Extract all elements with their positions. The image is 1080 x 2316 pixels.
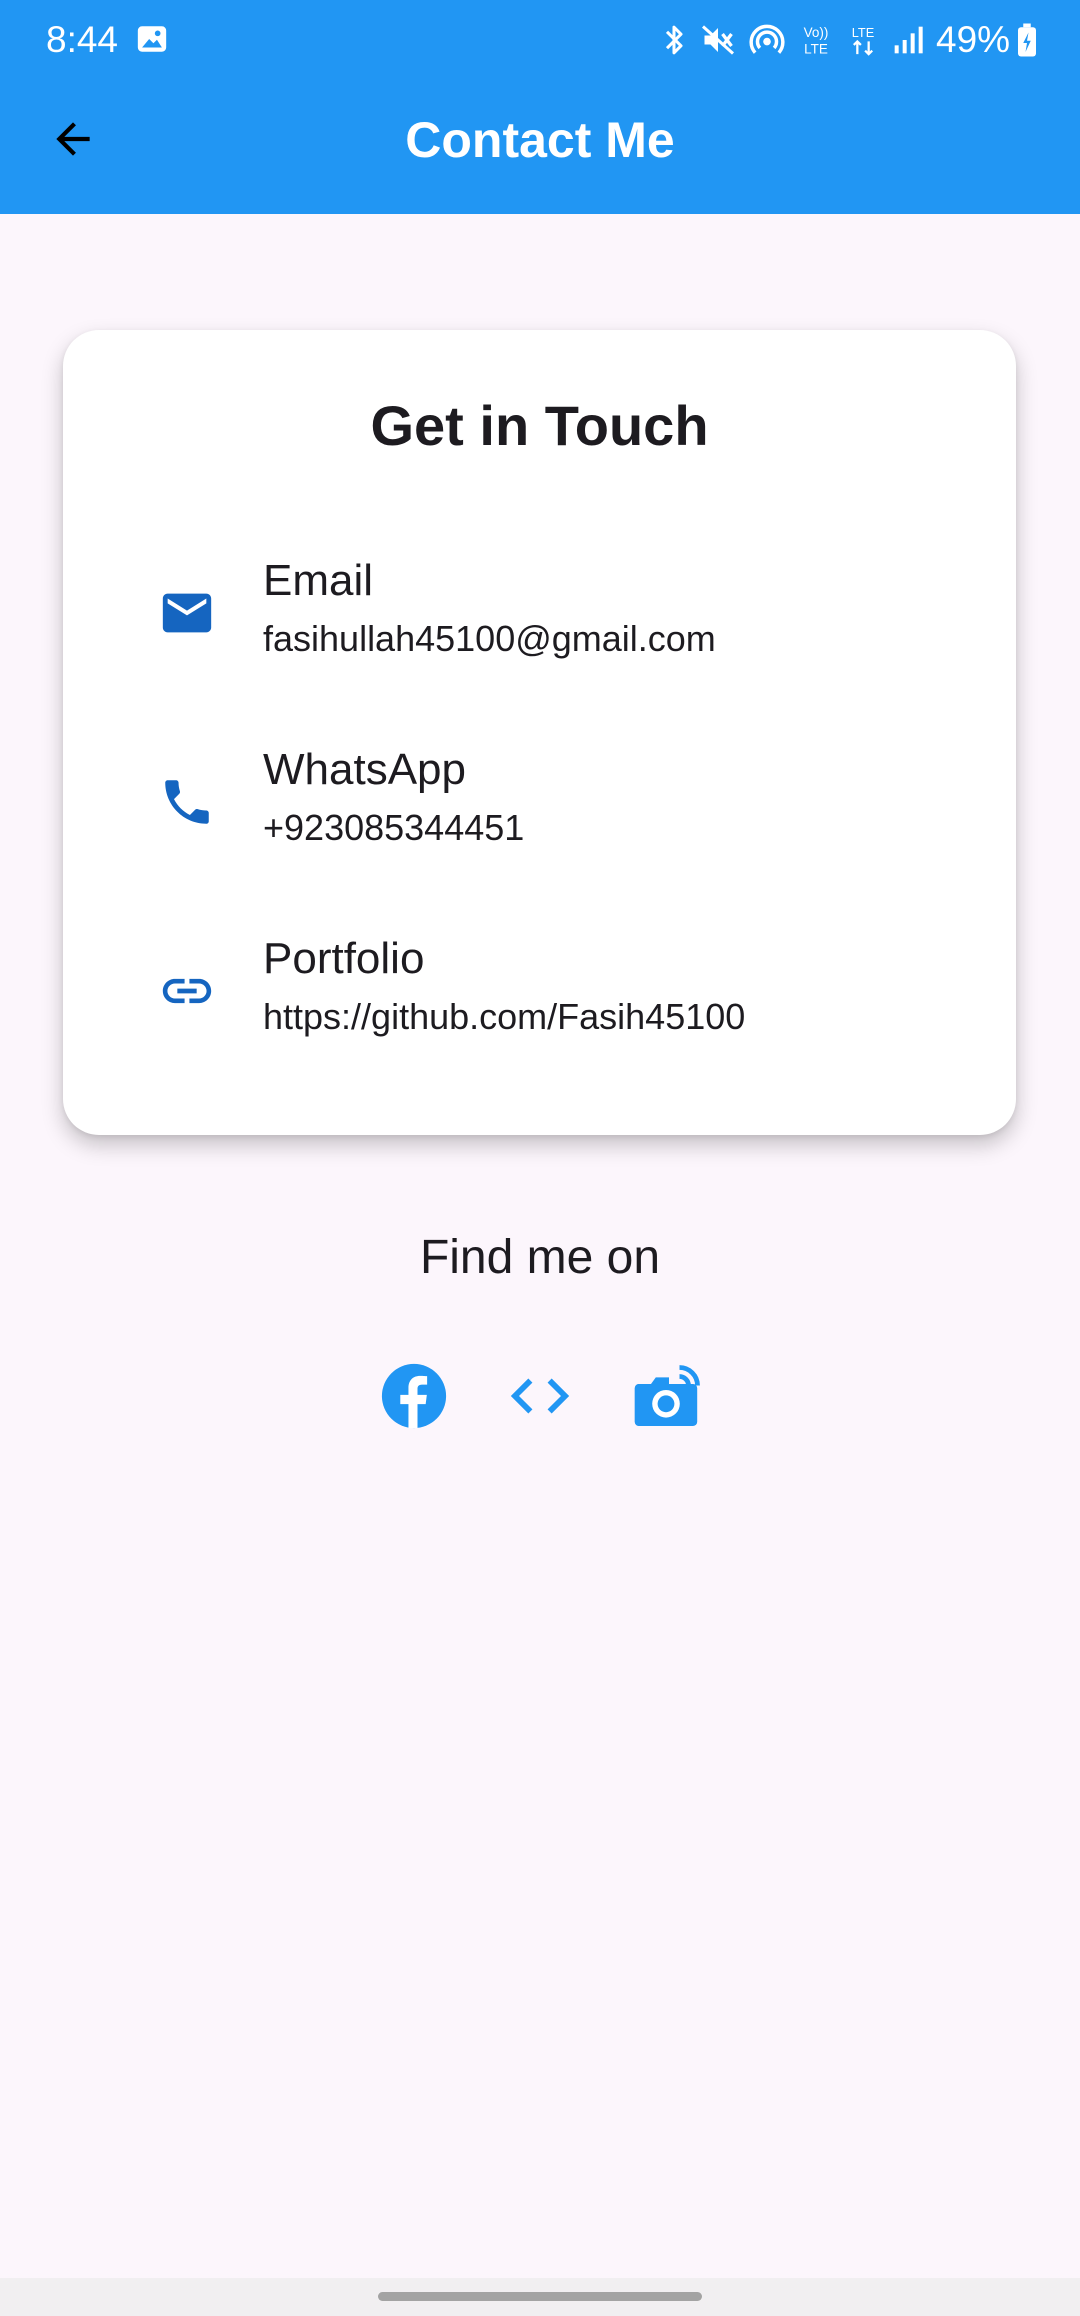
- status-icons: Vo)) LTE LTE 49%: [660, 18, 1050, 62]
- contact-value: +923085344451: [263, 807, 525, 848]
- link-icon: [155, 959, 219, 1023]
- battery-charging-icon: [1018, 23, 1037, 57]
- battery-percentage: 49%: [936, 19, 1011, 60]
- contact-label: WhatsApp: [263, 745, 466, 794]
- lte-data-icon: LTE: [852, 25, 874, 56]
- status-time: 8:44: [46, 19, 119, 60]
- social-links: [0, 1358, 1080, 1434]
- mail-icon: [155, 581, 219, 645]
- code-icon: [510, 1378, 570, 1414]
- app-bar: 8:44 Vo)) LTE LTE 49% Contact Me: [0, 0, 1080, 214]
- contact-item-email[interactable]: Email fasihullah45100@gmail.com: [63, 545, 1016, 685]
- code-button[interactable]: [502, 1358, 578, 1434]
- contact-item-portfolio[interactable]: Portfolio https://github.com/Fasih45100: [63, 923, 1016, 1063]
- mute-icon: [701, 25, 735, 55]
- gallery-notification-icon: [137, 26, 167, 52]
- contact-value: fasihullah45100@gmail.com: [263, 618, 716, 659]
- facebook-icon: [381, 1363, 447, 1429]
- contact-card: Get in Touch Email fasihullah45100@gmail…: [63, 330, 1016, 1135]
- bluetooth-icon: [665, 25, 683, 55]
- contact-value: https://github.com/Fasih45100: [263, 996, 746, 1037]
- contact-item-whatsapp[interactable]: WhatsApp +923085344451: [63, 734, 1016, 874]
- contact-label: Email: [263, 556, 374, 605]
- hotspot-icon: [749, 24, 785, 54]
- status-bar: 8:44 Vo)) LTE LTE 49%: [0, 0, 1080, 80]
- svg-text:LTE: LTE: [852, 25, 874, 40]
- camera-icon: [634, 1365, 700, 1426]
- contact-label: Portfolio: [263, 934, 425, 983]
- svg-text:LTE: LTE: [804, 42, 828, 57]
- signal-icon: [894, 26, 923, 54]
- page-title: Contact Me: [405, 112, 675, 168]
- camera-button[interactable]: [628, 1358, 704, 1434]
- svg-text:Vo)): Vo)): [804, 25, 829, 40]
- volte-icon: Vo)) LTE: [804, 25, 829, 57]
- phone-icon: [155, 770, 219, 834]
- home-indicator[interactable]: [378, 2292, 702, 2301]
- social-heading: Find me on: [419, 1231, 661, 1284]
- card-title: Get in Touch: [370, 394, 709, 457]
- facebook-button[interactable]: [376, 1358, 452, 1434]
